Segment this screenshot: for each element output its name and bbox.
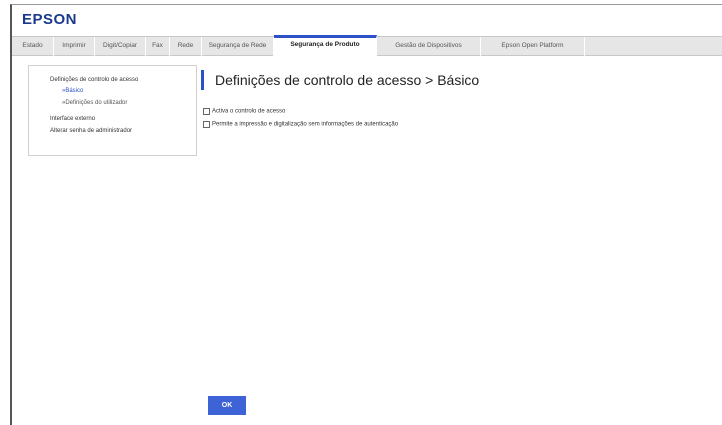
sidebar-item-basico[interactable]: »Básico <box>62 88 83 94</box>
epson-logo: EPSON <box>22 11 78 28</box>
sidebar-item-user-settings[interactable]: »Definições do utilizador <box>62 100 127 106</box>
ok-button[interactable]: OK <box>208 396 246 415</box>
sidebar-item-admin-password[interactable]: Alterar senha de administrador <box>50 128 132 134</box>
header: EPSON <box>12 5 722 36</box>
sidebar-item-access-control[interactable]: Definições de controlo de acesso <box>50 77 138 83</box>
option-label: Permite a impressão e digitalização sem … <box>212 121 399 128</box>
tab-estado[interactable]: Estado <box>12 37 54 56</box>
tab-epson-open-platform[interactable]: Epson Open Platform <box>481 37 585 56</box>
tab-fax[interactable]: Fax <box>146 37 170 56</box>
option-label: Activa o controlo de acesso <box>212 108 286 115</box>
tab-rede[interactable]: Rede <box>170 37 202 56</box>
tab-seguranca-de-produto[interactable]: Segurança de Produto <box>274 35 377 56</box>
sidebar-item-external-interface[interactable]: Interface externo <box>50 116 95 122</box>
page-title: Definições de controlo de acesso > Básic… <box>201 70 479 90</box>
enable-access-control-checkbox[interactable] <box>203 108 210 115</box>
tab-imprimir[interactable]: Imprimir <box>54 37 95 56</box>
tab-digit-copiar[interactable]: Digit/Copiar <box>95 37 146 56</box>
tab-bar: Estado Imprimir Digit/Copiar Fax Rede Se… <box>12 35 722 56</box>
option-allow-without-auth: Permite a impressão e digitalização sem … <box>203 121 398 128</box>
option-enable-access-control: Activa o controlo de acesso <box>203 108 285 115</box>
tab-seguranca-de-rede[interactable]: Segurança de Rede <box>202 37 274 56</box>
sidebar: Definições de controlo de acesso »Básico… <box>28 65 197 156</box>
browser-page: EPSON Estado Imprimir Digit/Copiar Fax R… <box>10 4 722 425</box>
tab-gestao-de-dispositivos[interactable]: Gestão de Dispositivos <box>377 37 481 56</box>
allow-without-auth-checkbox[interactable] <box>203 121 210 128</box>
